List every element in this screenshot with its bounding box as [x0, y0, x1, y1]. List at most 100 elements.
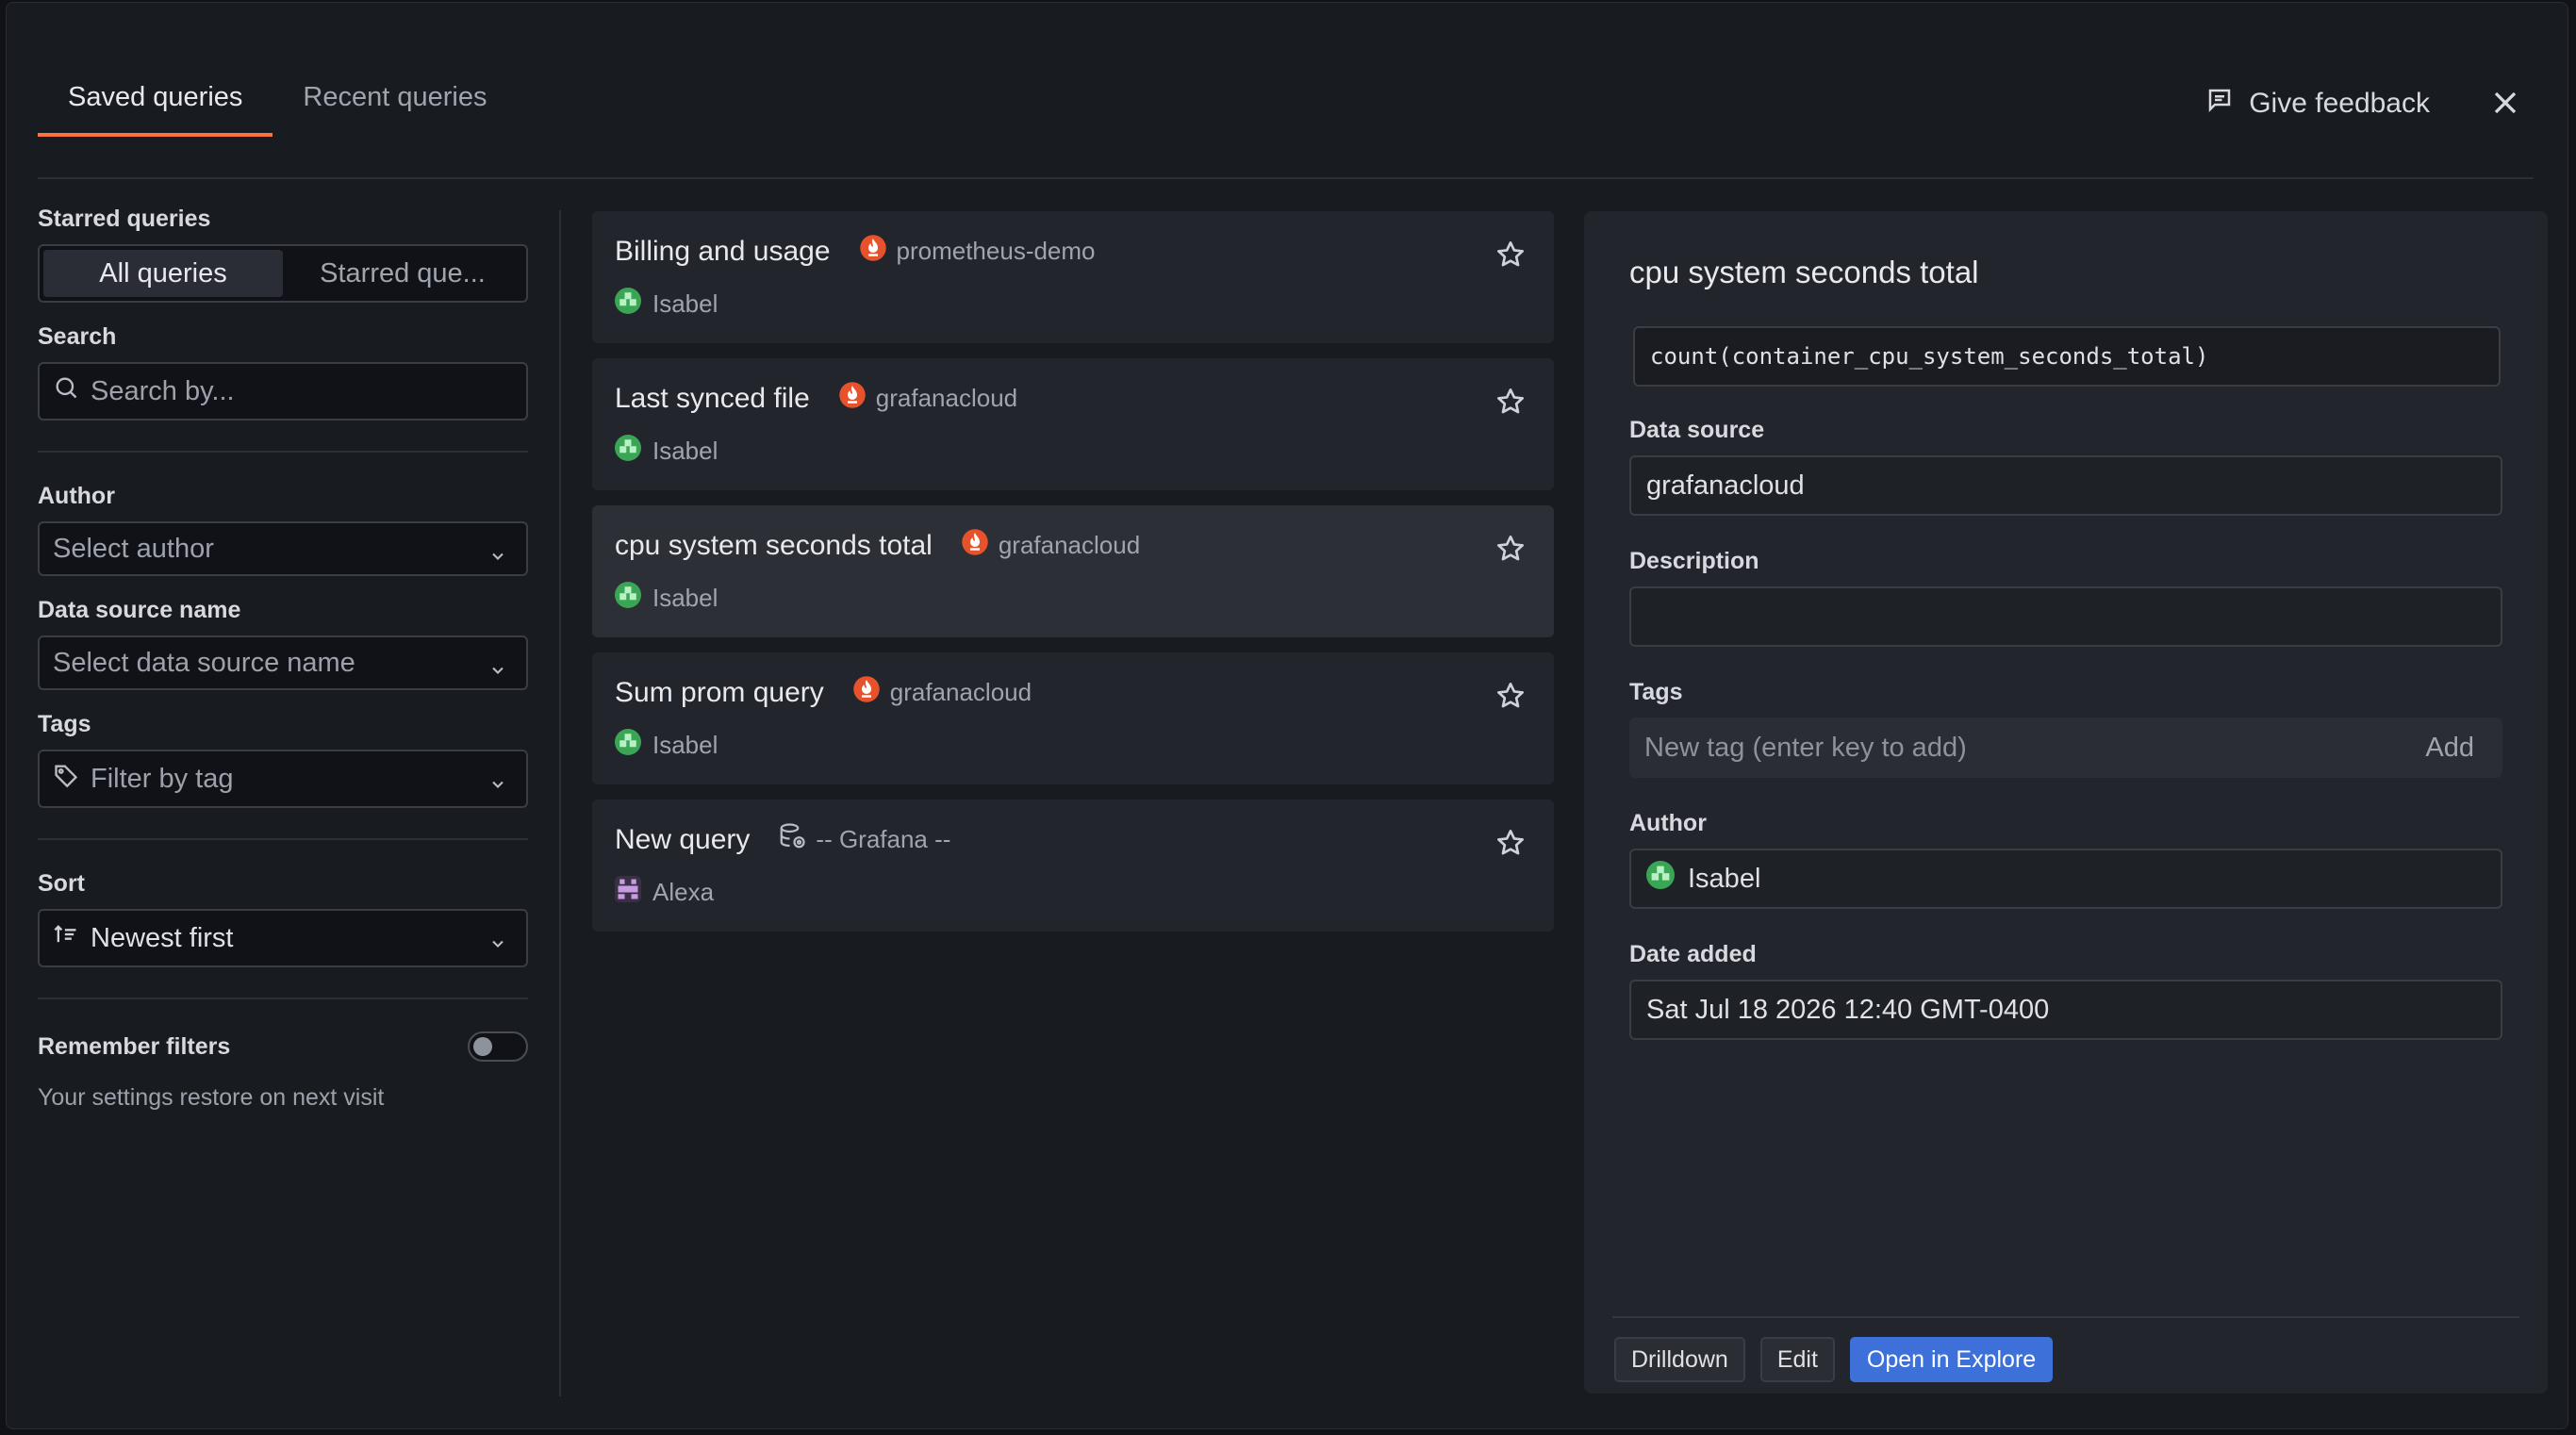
query-card[interactable]: New query -- Grafana -- Alexa — [592, 800, 1554, 932]
search-placeholder: Search by... — [91, 375, 235, 406]
details-date-label: Date added — [1629, 941, 1757, 967]
give-feedback-label: Give feedback — [2249, 88, 2430, 119]
close-icon — [2494, 91, 2517, 114]
avatar — [615, 582, 641, 615]
query-datasource-name: -- Grafana -- — [816, 825, 951, 853]
tab-bar: Saved queries Recent queries — [38, 63, 517, 137]
search-label: Search — [38, 323, 117, 350]
query-datasource: grafanacloud — [961, 528, 1140, 563]
query-author-name: Isabel — [652, 731, 718, 759]
query-card[interactable]: Last synced file grafanacloud Isabel — [592, 358, 1554, 490]
query-card[interactable]: Billing and usage prometheus-demo Isabel — [592, 211, 1554, 343]
author-label: Author — [38, 483, 115, 509]
datasource-placeholder: Select data source name — [53, 647, 355, 678]
details-author-value: Isabel — [1688, 863, 1761, 894]
filters-divider — [38, 838, 528, 840]
details-actions: Drilldown Edit Open in Explore — [1614, 1337, 2054, 1382]
filters-panel: Starred queries All queries Starred que.… — [38, 206, 528, 1112]
comment-icon — [2205, 86, 2234, 122]
starred-queries-label: Starred queries — [38, 206, 211, 232]
chevron-down-icon — [488, 656, 507, 687]
avatar — [615, 288, 641, 321]
drilldown-button[interactable]: Drilldown — [1614, 1337, 1745, 1382]
saved-queries-modal: Saved queries Recent queries Give feedba… — [6, 2, 2568, 1429]
starred-filter-segmented: All queries Starred que... — [38, 244, 528, 303]
sort-select[interactable]: Newest first — [38, 909, 528, 967]
details-tags-label: Tags — [1629, 679, 1683, 705]
chevron-down-icon — [488, 542, 507, 573]
tags-label: Tags — [38, 711, 91, 737]
new-tag-input[interactable]: New tag (enter key to add) Add — [1629, 718, 2502, 778]
query-author: Isabel — [615, 288, 1531, 321]
remember-filters-toggle[interactable] — [468, 1031, 528, 1062]
sort-icon — [53, 921, 79, 955]
details-author-field: Isabel — [1629, 849, 2502, 909]
query-author: Isabel — [615, 729, 1531, 762]
query-card-header: cpu system seconds total grafanacloud — [615, 528, 1531, 563]
query-card-header: Last synced file grafanacloud — [615, 381, 1531, 416]
query-card[interactable]: cpu system seconds total grafanacloud Isab… — [592, 505, 1554, 637]
details-author-label: Author — [1629, 810, 1707, 836]
details-description-field[interactable] — [1629, 586, 2502, 647]
query-author: Alexa — [615, 876, 1531, 909]
segment-all-queries[interactable]: All queries — [43, 250, 283, 297]
query-card-header: Sum prom query grafanacloud — [615, 675, 1531, 710]
details-title: cpu system seconds total — [1629, 255, 1979, 289]
star-icon[interactable] — [1495, 534, 1526, 569]
query-title: Last synced file — [615, 382, 810, 414]
details-datasource-field: grafanacloud — [1629, 455, 2502, 516]
star-icon[interactable] — [1495, 828, 1526, 863]
query-title: cpu system seconds total — [615, 529, 933, 561]
add-tag-button[interactable]: Add — [2425, 733, 2474, 764]
query-datasource: grafanacloud — [852, 675, 1032, 710]
prometheus-icon — [961, 528, 989, 563]
segment-starred-queries[interactable]: Starred que... — [283, 250, 522, 297]
search-input[interactable]: Search by... — [38, 362, 528, 421]
give-feedback-button[interactable]: Give feedback — [2205, 86, 2430, 122]
chevron-down-icon — [488, 770, 507, 801]
query-title: Billing and usage — [615, 235, 831, 267]
search-icon — [53, 374, 79, 408]
query-card[interactable]: Sum prom query grafanacloud Isabel — [592, 652, 1554, 784]
remember-filters-row: Remember filters — [38, 1030, 528, 1064]
header-divider — [38, 177, 2534, 179]
prometheus-icon — [838, 381, 867, 416]
tab-recent-queries[interactable]: Recent queries — [272, 63, 517, 137]
close-button[interactable] — [2486, 84, 2524, 122]
author-select[interactable]: Select author — [38, 521, 528, 576]
avatar — [615, 876, 641, 909]
filters-divider — [38, 998, 528, 999]
filters-divider — [38, 451, 528, 453]
query-datasource: -- Grafana -- — [778, 822, 950, 857]
star-icon[interactable] — [1495, 239, 1526, 274]
details-description-label: Description — [1629, 548, 1759, 574]
star-icon[interactable] — [1495, 681, 1526, 716]
query-card-header: New query -- Grafana -- — [615, 822, 1531, 857]
query-title: Sum prom query — [615, 676, 824, 708]
sort-label: Sort — [38, 870, 85, 897]
tab-saved-queries[interactable]: Saved queries — [38, 63, 273, 137]
tags-filter-select[interactable]: Filter by tag — [38, 750, 528, 808]
remember-filters-hint: Your settings restore on next visit — [38, 1084, 385, 1111]
query-author: Isabel — [615, 582, 1531, 615]
chevron-down-icon — [488, 930, 507, 961]
query-card-header: Billing and usage prometheus-demo — [615, 234, 1531, 269]
remember-filters-label: Remember filters — [38, 1032, 231, 1060]
prometheus-icon — [852, 675, 881, 710]
star-icon[interactable] — [1495, 387, 1526, 421]
query-datasource-name: grafanacloud — [875, 384, 1018, 412]
sort-value: Newest first — [91, 922, 234, 953]
author-placeholder: Select author — [53, 533, 214, 564]
query-datasource-name: grafanacloud — [889, 678, 1032, 706]
open-in-explore-button[interactable]: Open in Explore — [1849, 1337, 2054, 1382]
query-author-name: Alexa — [652, 878, 715, 906]
datasource-select[interactable]: Select data source name — [38, 635, 528, 690]
query-author: Isabel — [615, 435, 1531, 468]
panel-divider — [559, 210, 561, 1396]
query-datasource: grafanacloud — [838, 381, 1017, 416]
avatar — [1646, 861, 1675, 897]
edit-button[interactable]: Edit — [1759, 1337, 1835, 1382]
query-author-name: Isabel — [652, 289, 718, 318]
query-code: count(container_cpu_system_seconds_total… — [1633, 326, 2501, 387]
query-datasource-name: prometheus-demo — [896, 237, 1096, 265]
